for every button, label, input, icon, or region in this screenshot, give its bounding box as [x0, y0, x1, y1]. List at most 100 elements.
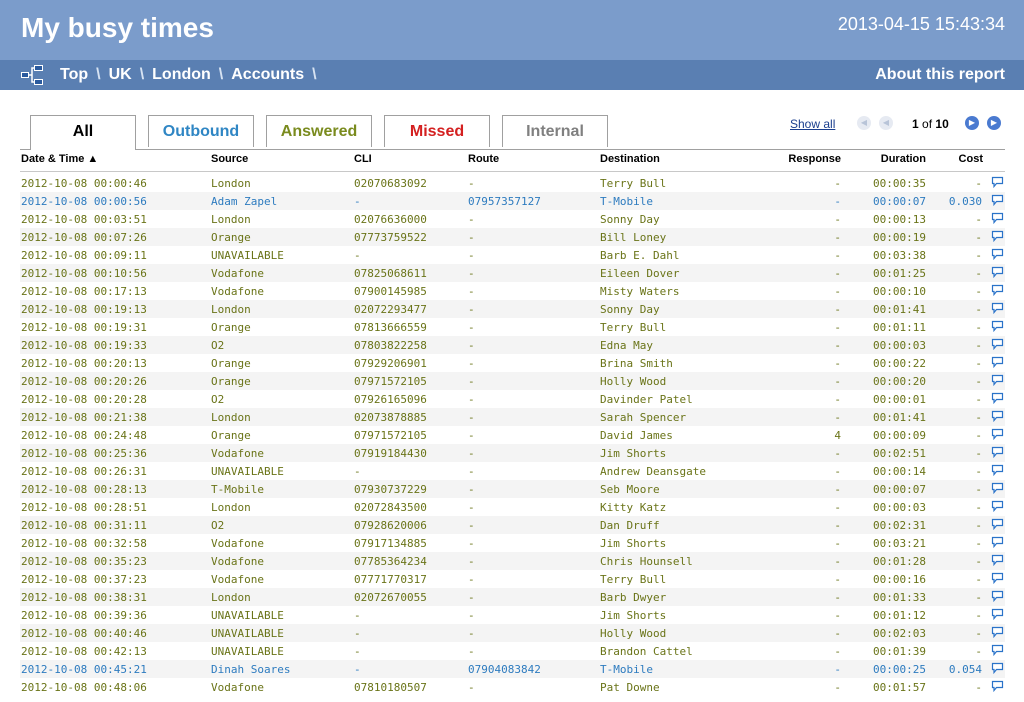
table-row[interactable]: 2012-10-08 00:21:38 London 02073878885 - Sar…	[20, 408, 1005, 426]
annotation-bubble-icon[interactable]	[991, 554, 1004, 566]
table-row[interactable]: 2012-10-08 00:07:26 Orange 07773759522 - Bil…	[20, 228, 1005, 246]
table-row[interactable]: 2012-10-08 00:48:06 Vodafone 07810180507 - P…	[20, 678, 1005, 696]
table-row[interactable]: 2012-10-08 00:17:13 Vodafone 07900145985 - M…	[20, 282, 1005, 300]
annotation-bubble-icon[interactable]	[991, 572, 1004, 584]
breadcrumb-item-top[interactable]: Top	[60, 66, 88, 83]
column-header-cli[interactable]: CLI	[354, 153, 372, 165]
annotation-bubble-icon[interactable]	[991, 266, 1004, 278]
cell-response: -	[834, 609, 841, 622]
cell-datetime: 2012-10-08 00:09:11	[21, 249, 147, 262]
table-row[interactable]: 2012-10-08 00:10:56 Vodafone 07825068611 - E…	[20, 264, 1005, 282]
annotation-bubble-icon[interactable]	[991, 680, 1004, 692]
column-header-response[interactable]: Response	[788, 153, 841, 165]
annotation-bubble-icon[interactable]	[991, 230, 1004, 242]
annotation-bubble-icon[interactable]	[991, 176, 1004, 188]
column-header-datetime[interactable]: Date & Time ▲	[21, 153, 98, 165]
cell-route: -	[468, 267, 475, 280]
table-row[interactable]: 2012-10-08 00:24:48 Orange 07971572105 - Dav…	[20, 426, 1005, 444]
cell-response: -	[834, 411, 841, 424]
cell-response: -	[834, 195, 841, 208]
annotation-bubble-icon[interactable]	[991, 464, 1004, 476]
table-row[interactable]: 2012-10-08 00:37:23 Vodafone 07771770317 - T…	[20, 570, 1005, 588]
table-row[interactable]: 2012-10-08 00:38:31 London 02072670055 - Bar…	[20, 588, 1005, 606]
cell-response: -	[834, 465, 841, 478]
table-row[interactable]: 2012-10-08 00:26:31 UNAVAILABLE - - Andrew D…	[20, 462, 1005, 480]
table-row[interactable]: 2012-10-08 00:39:36 UNAVAILABLE - - Jim Shor…	[20, 606, 1005, 624]
annotation-bubble-icon[interactable]	[991, 482, 1004, 494]
next-page-icon[interactable]: ▶	[965, 116, 979, 130]
table-row[interactable]: 2012-10-08 00:19:31 Orange 07813666559 - Ter…	[20, 318, 1005, 336]
breadcrumb-item-accounts[interactable]: Accounts	[231, 66, 304, 83]
table-row[interactable]: 2012-10-08 00:31:11 O2 07928620006 - Dan Dru…	[20, 516, 1005, 534]
table-row[interactable]: 2012-10-08 00:20:13 Orange 07929206901 - Bri…	[20, 354, 1005, 372]
cell-source: UNAVAILABLE	[211, 465, 284, 478]
annotation-bubble-icon[interactable]	[991, 194, 1004, 206]
column-header-route[interactable]: Route	[468, 153, 499, 165]
cell-datetime: 2012-10-08 00:40:46	[21, 627, 147, 640]
sitemap-icon[interactable]	[20, 64, 44, 86]
annotation-bubble-icon[interactable]	[991, 446, 1004, 458]
cell-destination: Dan Druff	[600, 519, 660, 532]
table-row[interactable]: 2012-10-08 00:45:21 Dinah Soares - 07904083…	[20, 660, 1005, 678]
annotation-bubble-icon[interactable]	[991, 302, 1004, 314]
column-header-duration[interactable]: Duration	[881, 153, 926, 165]
table-row[interactable]: 2012-10-08 00:00:56 Adam Zapel - 0795735712…	[20, 192, 1005, 210]
table-row[interactable]: 2012-10-08 00:20:26 Orange 07971572105 - Hol…	[20, 372, 1005, 390]
annotation-bubble-icon[interactable]	[991, 626, 1004, 638]
cell-destination: Holly Wood	[600, 375, 667, 388]
cell-source: O2	[211, 393, 225, 406]
table-row[interactable]: 2012-10-08 00:40:46 UNAVAILABLE - - Holly Wo…	[20, 624, 1005, 642]
table-row[interactable]: 2012-10-08 00:03:51 London 02076636000 - Son…	[20, 210, 1005, 228]
previous-page-icon[interactable]: ◀	[879, 116, 893, 130]
annotation-bubble-icon[interactable]	[991, 500, 1004, 512]
annotation-bubble-icon[interactable]	[991, 590, 1004, 602]
annotation-bubble-icon[interactable]	[991, 608, 1004, 620]
annotation-bubble-icon[interactable]	[991, 644, 1004, 656]
page-title: My busy times	[21, 12, 214, 43]
cell-route: -	[468, 231, 475, 244]
cell-destination: Barb E. Dahl	[600, 249, 680, 262]
annotation-bubble-icon[interactable]	[991, 518, 1004, 530]
table-row[interactable]: 2012-10-08 00:28:13 T-Mobile 07930737229 - S…	[20, 480, 1005, 498]
annotation-bubble-icon[interactable]	[991, 536, 1004, 548]
annotation-bubble-icon[interactable]	[991, 662, 1004, 674]
breadcrumb-item-london[interactable]: London	[152, 66, 211, 83]
table-row[interactable]: 2012-10-08 00:25:36 Vodafone 07919184430 - J…	[20, 444, 1005, 462]
annotation-bubble-icon[interactable]	[991, 284, 1004, 296]
cell-destination: Jim Shorts	[600, 447, 667, 460]
column-header-cost[interactable]: Cost	[959, 153, 983, 165]
cell-cost: -	[975, 609, 982, 622]
last-page-icon[interactable]: ▶	[987, 116, 1001, 130]
annotation-bubble-icon[interactable]	[991, 212, 1004, 224]
annotation-bubble-icon[interactable]	[991, 428, 1004, 440]
table-row[interactable]: 2012-10-08 00:42:13 UNAVAILABLE - - Brandon …	[20, 642, 1005, 660]
annotation-bubble-icon[interactable]	[991, 356, 1004, 368]
table-row[interactable]: 2012-10-08 00:19:33 O2 07803822258 - Edna Ma…	[20, 336, 1005, 354]
tab-missed[interactable]: Missed	[384, 115, 490, 147]
show-all-link[interactable]: Show all	[790, 117, 835, 131]
annotation-bubble-icon[interactable]	[991, 410, 1004, 422]
tab-answered[interactable]: Answered	[266, 115, 372, 147]
cell-response: -	[834, 267, 841, 280]
table-row[interactable]: 2012-10-08 00:20:28 O2 07926165096 - Davinde…	[20, 390, 1005, 408]
breadcrumb-item-uk[interactable]: UK	[109, 66, 132, 83]
table-row[interactable]: 2012-10-08 00:09:11 UNAVAILABLE - - Barb E. …	[20, 246, 1005, 264]
cell-source: Orange	[211, 357, 251, 370]
table-row[interactable]: 2012-10-08 00:00:46 London 02070683092 - Ter…	[20, 174, 1005, 192]
annotation-bubble-icon[interactable]	[991, 248, 1004, 260]
column-header-destination[interactable]: Destination	[600, 153, 660, 165]
annotation-bubble-icon[interactable]	[991, 392, 1004, 404]
table-row[interactable]: 2012-10-08 00:32:58 Vodafone 07917134885 - J…	[20, 534, 1005, 552]
table-row[interactable]: 2012-10-08 00:35:23 Vodafone 07785364234 - C…	[20, 552, 1005, 570]
annotation-bubble-icon[interactable]	[991, 374, 1004, 386]
tab-outbound[interactable]: Outbound	[148, 115, 254, 147]
tab-all[interactable]: All	[30, 115, 136, 150]
tab-internal[interactable]: Internal	[502, 115, 608, 147]
about-report-link[interactable]: About this report	[875, 66, 1005, 84]
annotation-bubble-icon[interactable]	[991, 338, 1004, 350]
table-row[interactable]: 2012-10-08 00:19:13 London 02072293477 - Son…	[20, 300, 1005, 318]
first-page-icon[interactable]: ◀	[857, 116, 871, 130]
column-header-source[interactable]: Source	[211, 153, 248, 165]
annotation-bubble-icon[interactable]	[991, 320, 1004, 332]
table-row[interactable]: 2012-10-08 00:28:51 London 02072843500 - Kit…	[20, 498, 1005, 516]
